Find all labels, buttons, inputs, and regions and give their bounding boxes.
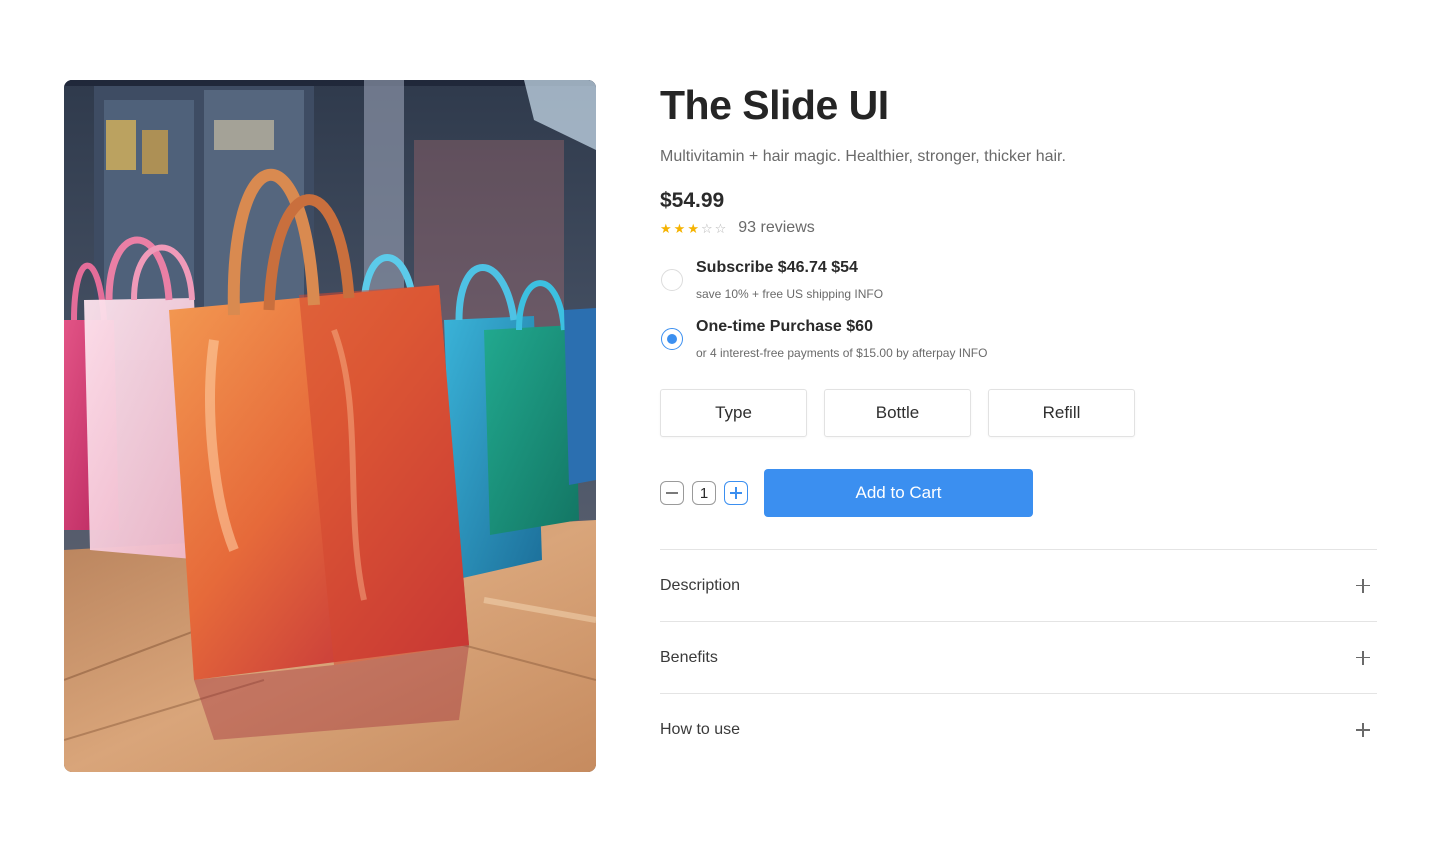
product-price: $54.99 bbox=[660, 189, 725, 212]
minus-icon[interactable] bbox=[660, 481, 684, 505]
cart-row: 1 Add to Cart bbox=[660, 469, 1377, 517]
plus-icon[interactable] bbox=[1356, 578, 1370, 593]
add-to-cart-button[interactable]: Add to Cart bbox=[764, 469, 1033, 517]
accordion-label: Benefits bbox=[660, 648, 718, 666]
accordion: Description Benefits How to use bbox=[660, 549, 1377, 766]
variant-bottle-button[interactable]: Bottle bbox=[824, 389, 971, 437]
accordion-benefits[interactable]: Benefits bbox=[660, 622, 1377, 694]
one-time-option[interactable]: One-time Purchase $60 or 4 interest-free… bbox=[660, 317, 1377, 361]
accordion-description[interactable]: Description bbox=[660, 550, 1377, 622]
subscribe-subtitle: save 10% + free US shipping INFO bbox=[696, 287, 884, 301]
subscribe-title: Subscribe $46.74 $54 bbox=[696, 259, 858, 276]
star-empty-icon: ☆ bbox=[700, 220, 713, 236]
plus-icon[interactable] bbox=[724, 481, 748, 505]
product-subtitle: Multivitamin + hair magic. Healthier, st… bbox=[660, 148, 1066, 165]
star-rating: ★ ★ ★ ☆ ☆ bbox=[660, 222, 726, 235]
product-title: The Slide UI bbox=[660, 82, 889, 128]
star-filled-icon: ★ bbox=[660, 220, 672, 236]
product-image bbox=[64, 80, 596, 772]
subscribe-radio[interactable] bbox=[661, 269, 683, 291]
quantity-stepper: 1 bbox=[660, 481, 748, 505]
product-details: The Slide UI Multivitamin + hair magic. … bbox=[660, 80, 1377, 766]
one-time-subtitle: or 4 interest-free payments of $15.00 by… bbox=[696, 346, 988, 360]
shopping-bags-illustration bbox=[64, 80, 596, 772]
subscribe-option[interactable]: Subscribe $46.74 $54 save 10% + free US … bbox=[660, 258, 1377, 302]
one-time-radio[interactable] bbox=[661, 328, 683, 350]
plus-icon[interactable] bbox=[1356, 723, 1370, 737]
star-empty-icon: ☆ bbox=[714, 220, 727, 236]
one-time-title: One-time Purchase $60 bbox=[696, 318, 873, 335]
variant-refill-button[interactable]: Refill bbox=[988, 389, 1135, 437]
reviews-link[interactable]: 93 reviews bbox=[738, 219, 814, 237]
quantity-value[interactable]: 1 bbox=[692, 481, 716, 505]
plus-icon[interactable] bbox=[1356, 650, 1370, 665]
variant-selector: Type Bottle Refill bbox=[660, 389, 1377, 437]
star-filled-icon: ★ bbox=[687, 220, 699, 236]
accordion-how-to-use[interactable]: How to use bbox=[660, 694, 1377, 766]
rating: ★ ★ ★ ☆ ☆ 93 reviews bbox=[660, 218, 1377, 238]
variant-type-button[interactable]: Type bbox=[660, 389, 807, 437]
star-filled-icon: ★ bbox=[673, 220, 686, 236]
accordion-label: Description bbox=[660, 576, 741, 594]
accordion-label: How to use bbox=[660, 721, 741, 738]
